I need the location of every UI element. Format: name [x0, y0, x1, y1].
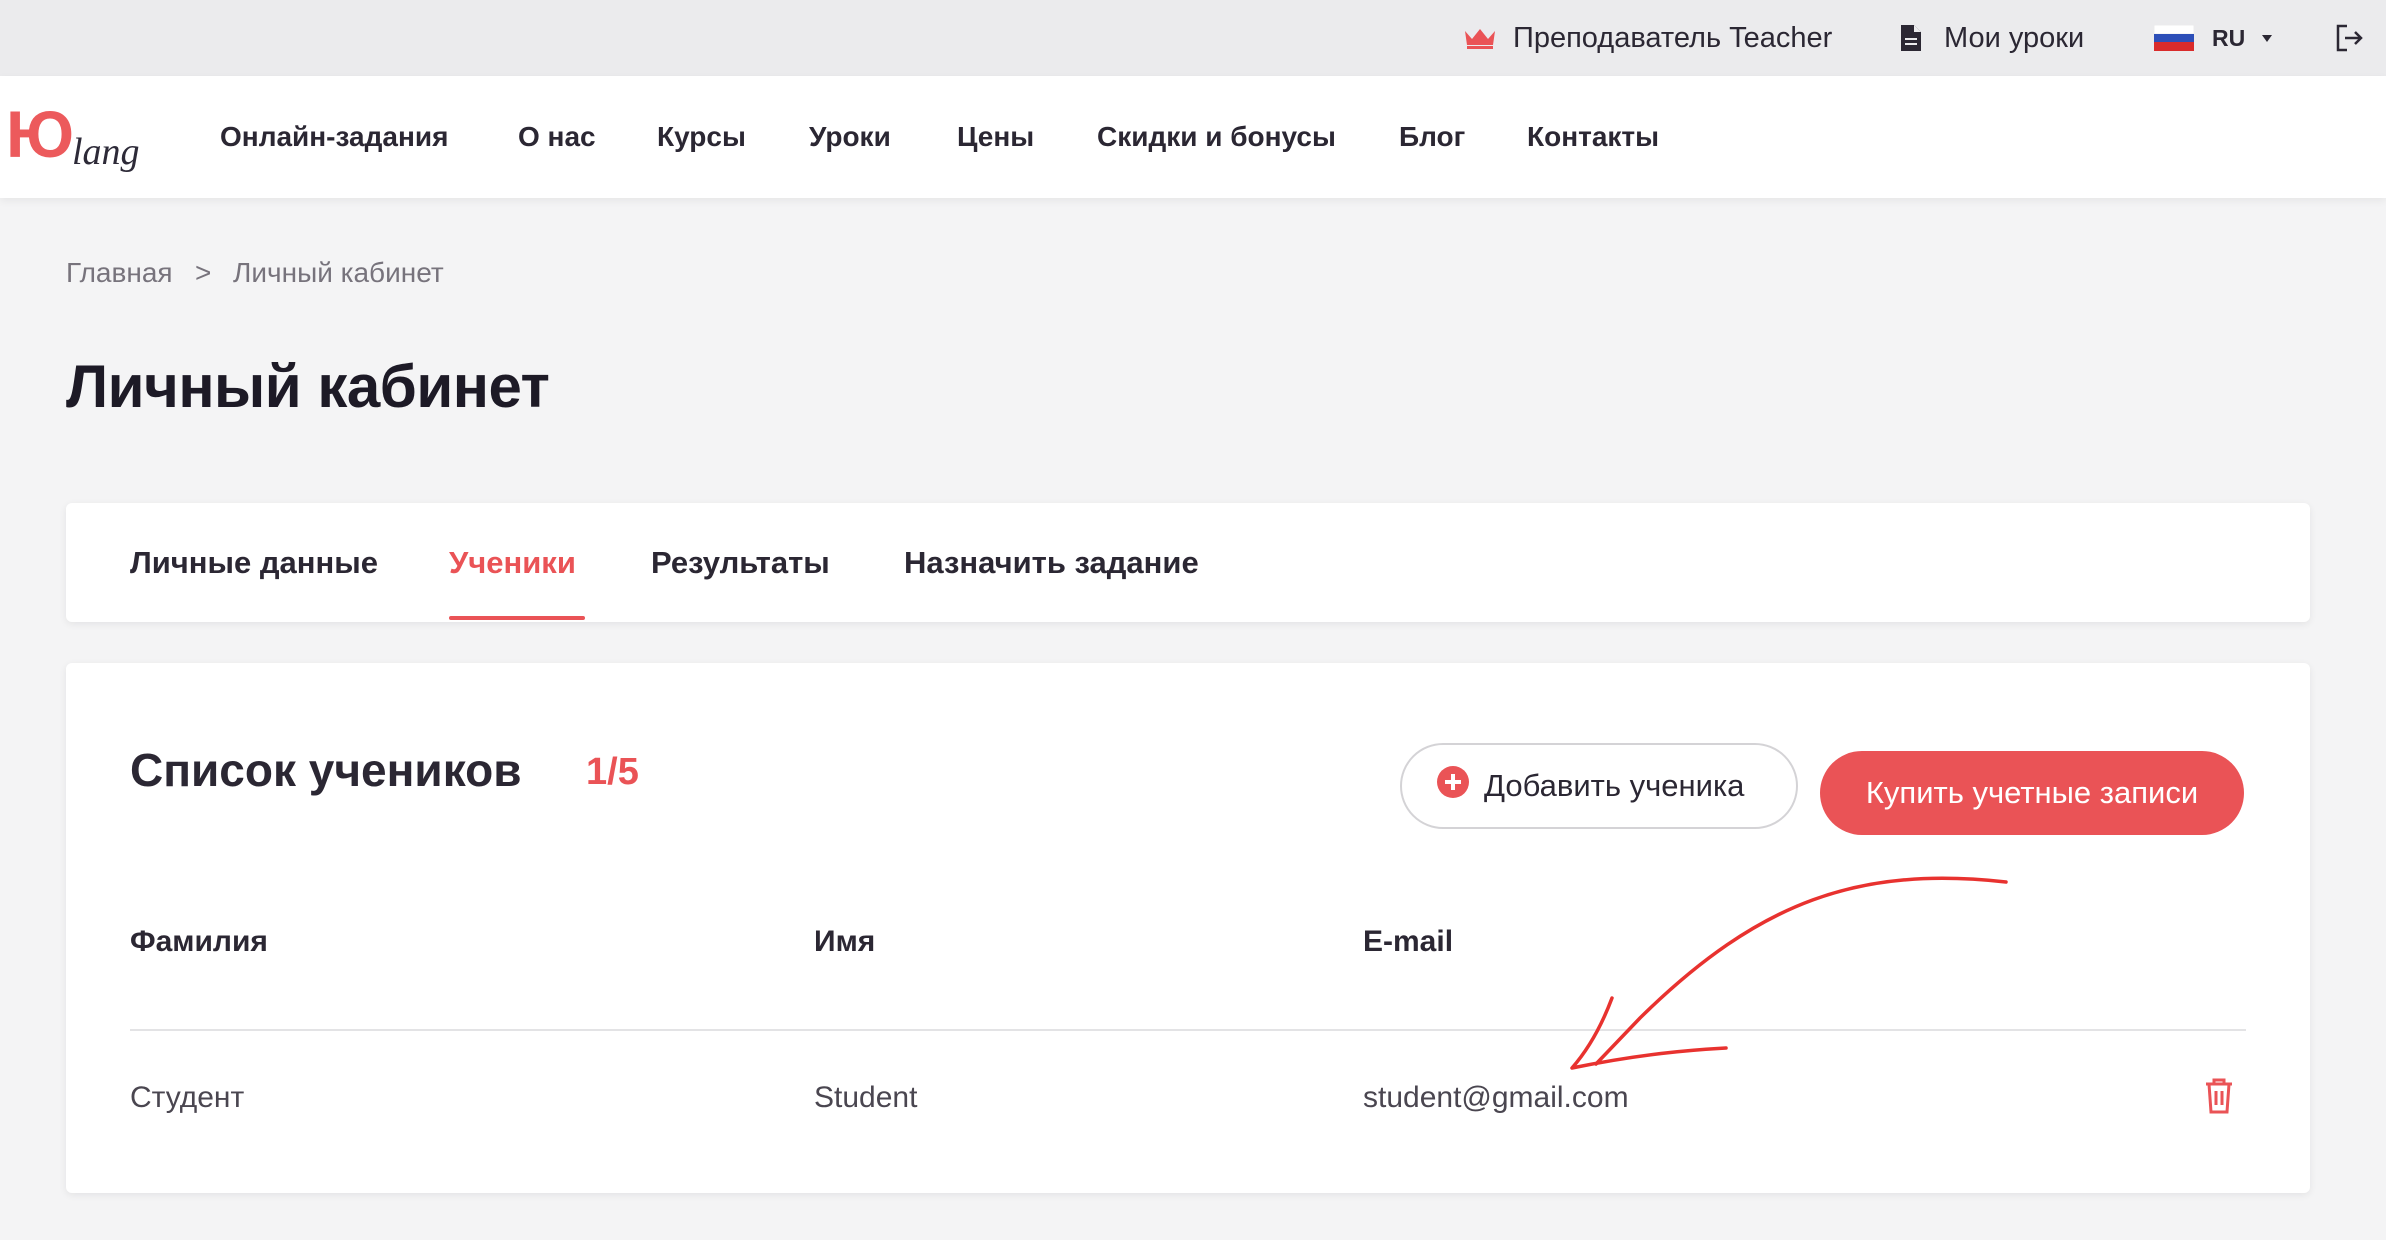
cell-email: student@gmail.com [1363, 1081, 1629, 1114]
tab-results[interactable]: Результаты [651, 503, 830, 622]
nav-contacts[interactable]: Контакты [1527, 76, 1659, 198]
main-navbar: Ю lang Онлайн-задания О нас Курсы Уроки … [0, 76, 2386, 198]
language-selector[interactable]: RU [2154, 0, 2273, 76]
column-header-first-name: Имя [814, 925, 876, 958]
nav-about[interactable]: О нас [518, 76, 596, 198]
my-lessons-label: Мои уроки [1944, 21, 2085, 54]
language-label: RU [2212, 24, 2246, 51]
column-header-email: E-mail [1363, 925, 1454, 958]
column-header-last-name: Фамилия [130, 925, 268, 958]
cell-last-name: Студент [130, 1081, 245, 1114]
logout-icon [2334, 23, 2364, 53]
teacher-label: Преподаватель Teacher [1513, 21, 1833, 54]
crown-icon [1463, 27, 1497, 49]
top-utility-bar: Преподаватель Teacher Мои уроки RU [0, 0, 2386, 76]
nav-lessons[interactable]: Уроки [809, 76, 891, 198]
nav-blog[interactable]: Блог [1399, 76, 1465, 198]
cell-first-name: Student [814, 1081, 918, 1114]
tab-assign-task[interactable]: Назначить задание [904, 503, 1199, 622]
caret-down-icon [2261, 33, 2273, 43]
students-count-badge: 1/5 [586, 751, 639, 793]
tabs-card: Личные данные Ученики Результаты Назначи… [66, 503, 2310, 622]
buy-accounts-button[interactable]: Купить учетные записи [1820, 751, 2244, 835]
plus-circle-icon [1436, 765, 1470, 807]
students-list-title: Список учеников [130, 744, 522, 796]
breadcrumb-home[interactable]: Главная [66, 257, 173, 289]
logo-text: lang [72, 131, 140, 173]
logo-mark: Ю [6, 97, 74, 171]
tab-personal-data[interactable]: Личные данные [130, 503, 378, 622]
logout-button[interactable] [2334, 0, 2364, 76]
site-logo[interactable]: Ю lang [6, 97, 158, 173]
breadcrumb-current: Личный кабинет [233, 257, 444, 288]
teacher-profile-link[interactable]: Преподаватель Teacher [1463, 0, 1832, 76]
nav-online-tasks[interactable]: Онлайн-задания [220, 76, 448, 198]
add-student-label: Добавить ученика [1484, 768, 1745, 803]
page-title: Личный кабинет [66, 353, 550, 420]
nav-discounts[interactable]: Скидки и бонусы [1097, 76, 1336, 198]
tab-students[interactable]: Ученики [449, 503, 576, 622]
students-card: Список учеников 1/5 Добавить ученика Куп… [66, 663, 2310, 1193]
trash-icon[interactable] [2204, 1077, 2234, 1120]
my-lessons-link[interactable]: Мои уроки [1900, 0, 2084, 76]
breadcrumb-separator: > [195, 257, 212, 288]
active-tab-indicator [449, 616, 585, 620]
nav-prices[interactable]: Цены [957, 76, 1034, 198]
document-icon [1900, 24, 1922, 52]
flag-ru-icon [2154, 25, 2194, 51]
nav-courses[interactable]: Курсы [657, 76, 746, 198]
add-student-button[interactable]: Добавить ученика [1400, 743, 1798, 829]
table-divider [130, 1029, 2246, 1031]
